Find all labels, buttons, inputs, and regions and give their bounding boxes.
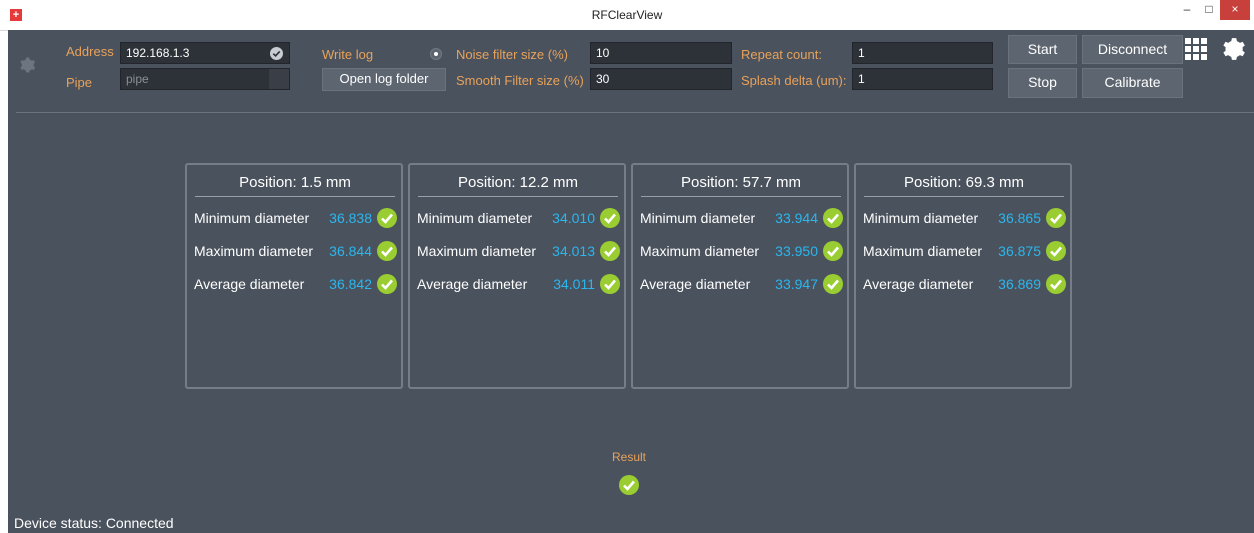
address-value: 192.168.1.3 (126, 46, 190, 60)
start-button[interactable]: Start (1008, 35, 1077, 64)
row-value: 33.944 (775, 210, 818, 226)
app-window: + RFClearView – □ × Address 192.168.1.3 … (0, 0, 1254, 533)
apps-grid-icon[interactable] (1185, 38, 1207, 60)
address-field[interactable]: 192.168.1.3 (120, 42, 290, 64)
row-label: Average diameter (640, 276, 751, 292)
row-value: 36.842 (329, 276, 372, 292)
write-log-label: Write log (322, 47, 374, 62)
pipe-placeholder: pipe (126, 72, 149, 86)
check-icon (600, 274, 620, 294)
row-label: Average diameter (863, 276, 974, 292)
check-icon (600, 241, 620, 261)
result-label: Result (612, 450, 647, 464)
position-card: Position: 1.5 mm Minimum diameter 36.838… (185, 163, 403, 389)
pipe-field[interactable]: pipe (120, 68, 290, 90)
card-title: Position: 1.5 mm (195, 174, 395, 197)
smooth-filter-value: 30 (596, 72, 610, 86)
disconnect-button[interactable]: Disconnect (1082, 35, 1183, 64)
row-value: 36.875 (998, 243, 1041, 259)
minimize-button[interactable]: – (1176, 0, 1198, 20)
card-title: Position: 12.2 mm (418, 174, 618, 197)
address-valid-icon (270, 47, 283, 60)
avg-diameter-row: Average diameter 36.869 (863, 273, 1067, 295)
check-icon (377, 274, 397, 294)
row-label: Average diameter (194, 276, 305, 292)
row-value: 36.838 (329, 210, 372, 226)
settings-gear-icon[interactable] (18, 56, 36, 74)
position-card: Position: 69.3 mm Minimum diameter 36.86… (854, 163, 1072, 389)
stop-button[interactable]: Stop (1008, 68, 1077, 98)
close-button[interactable]: × (1220, 0, 1250, 20)
splash-delta-field[interactable]: 1 (852, 68, 993, 90)
noise-filter-value: 10 (596, 46, 610, 60)
check-icon (823, 208, 843, 228)
smooth-filter-field[interactable]: 30 (590, 68, 732, 90)
min-diameter-row: Minimum diameter 36.865 (863, 207, 1067, 229)
smooth-filter-label: Smooth Filter size (%) (456, 73, 584, 88)
result-check-icon (619, 475, 639, 495)
max-diameter-row: Maximum diameter 36.875 (863, 240, 1067, 262)
row-label: Maximum diameter (863, 243, 983, 259)
row-label: Minimum diameter (863, 210, 979, 226)
row-label: Maximum diameter (640, 243, 760, 259)
avg-diameter-row: Average diameter 36.842 (194, 273, 398, 295)
avg-diameter-row: Average diameter 34.011 (417, 273, 621, 295)
repeat-count-value: 1 (858, 46, 865, 60)
check-icon (823, 274, 843, 294)
row-label: Average diameter (417, 276, 528, 292)
maximize-button[interactable]: □ (1198, 0, 1220, 20)
repeat-count-label: Repeat count: (741, 47, 822, 62)
row-value: 36.869 (998, 276, 1041, 292)
gear-icon[interactable] (1220, 36, 1246, 62)
window-title: RFClearView (591, 8, 663, 22)
max-diameter-row: Maximum diameter 36.844 (194, 240, 398, 262)
max-diameter-row: Maximum diameter 34.013 (417, 240, 621, 262)
noise-filter-field[interactable]: 10 (590, 42, 732, 64)
row-value: 33.950 (775, 243, 818, 259)
position-card: Position: 57.7 mm Minimum diameter 33.94… (631, 163, 849, 389)
min-diameter-row: Minimum diameter 36.838 (194, 207, 398, 229)
check-icon (1046, 241, 1066, 261)
open-log-folder-button[interactable]: Open log folder (322, 68, 446, 91)
position-card: Position: 12.2 mm Minimum diameter 34.01… (408, 163, 626, 389)
min-diameter-row: Minimum diameter 34.010 (417, 207, 621, 229)
card-title: Position: 57.7 mm (641, 174, 841, 197)
max-diameter-row: Maximum diameter 33.950 (640, 240, 844, 262)
splash-delta-label: Splash delta (um): (741, 73, 847, 88)
calibrate-button[interactable]: Calibrate (1082, 68, 1183, 98)
row-value: 33.947 (775, 276, 818, 292)
repeat-count-field[interactable]: 1 (852, 42, 993, 64)
card-title: Position: 69.3 mm (864, 174, 1064, 197)
row-label: Minimum diameter (640, 210, 756, 226)
row-value: 36.865 (998, 210, 1041, 226)
check-icon (600, 208, 620, 228)
check-icon (377, 241, 397, 261)
row-value: 36.844 (329, 243, 372, 259)
row-label: Minimum diameter (194, 210, 310, 226)
row-label: Minimum diameter (417, 210, 533, 226)
header-divider (16, 112, 1254, 113)
check-icon (1046, 274, 1066, 294)
write-log-radio[interactable] (430, 48, 442, 60)
check-icon (823, 241, 843, 261)
avg-diameter-row: Average diameter 33.947 (640, 273, 844, 295)
row-label: Maximum diameter (417, 243, 537, 259)
row-label: Maximum diameter (194, 243, 314, 259)
check-icon (377, 208, 397, 228)
row-value: 34.011 (553, 276, 595, 292)
pipe-label: Pipe (66, 75, 93, 90)
row-value: 34.013 (552, 243, 595, 259)
main-panel: Address 192.168.1.3 Pipe pipe Write log … (8, 30, 1254, 533)
check-icon (1046, 208, 1066, 228)
noise-filter-label: Noise filter size (%) (456, 47, 568, 62)
pipe-dropdown-button[interactable] (269, 69, 289, 89)
address-label: Address (66, 44, 114, 59)
title-bar: + RFClearView – □ × (0, 0, 1254, 31)
splash-delta-value: 1 (858, 72, 865, 86)
row-value: 34.010 (552, 210, 595, 226)
device-status: Device status: Connected (14, 515, 174, 531)
min-diameter-row: Minimum diameter 33.944 (640, 207, 844, 229)
